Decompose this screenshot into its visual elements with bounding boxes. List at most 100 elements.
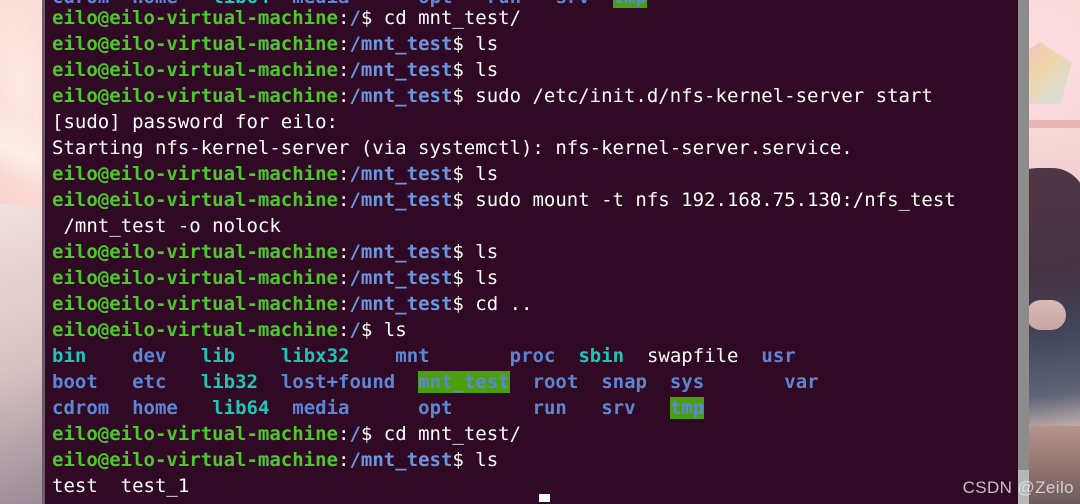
terminal-line-prompt-ls-4: eilo@eilo-virtual-machine:/mnt_test$ ls (52, 243, 498, 262)
prompt-path: / (349, 7, 361, 29)
screenshot-root: cdrom home lib64 media opt run srv tmp e… (0, 0, 1080, 504)
prompt-colon: : (337, 85, 350, 107)
prompt-colon: : (337, 7, 350, 29)
terminal-left-border (42, 0, 45, 504)
prompt-colon: : (337, 267, 350, 289)
ls-output-row-2: boot etc lib32 lost+found mnt_test root … (52, 371, 819, 393)
prompt-colon: : (337, 319, 350, 341)
ls-entry-tmp: tmp (612, 0, 647, 8)
ls-entry-home: home (132, 397, 178, 419)
prompt-dollar: $ (360, 7, 384, 29)
ls-entry-run: run (532, 397, 567, 419)
ls-entry-srv: srv (555, 0, 589, 8)
command-text: ls (475, 449, 499, 471)
terminal-line-prompt-mount-nfs: eilo@eilo-virtual-machine:/mnt_test$ sud… (52, 191, 956, 210)
prompt-colon: : (337, 293, 350, 315)
command-text: ls (475, 241, 499, 263)
terminal-line-clipped-ls: cdrom home lib64 media opt run srv tmp (52, 0, 647, 8)
command-text: cd .. (475, 293, 533, 315)
ls-entry-var: var (784, 371, 819, 393)
terminal-line-prompt-ls-root: eilo@eilo-virtual-machine:/$ ls (52, 321, 407, 340)
terminal-line-mount-wrap: /mnt_test -o nolock (52, 215, 281, 237)
prompt-user-host: eilo@eilo-virtual-machine (52, 163, 338, 185)
terminal-line-prompt-ls-6: eilo@eilo-virtual-machine:/mnt_test$ ls (52, 451, 498, 470)
terminal-line-prompt-ls-2: eilo@eilo-virtual-machine:/mnt_test$ ls (52, 61, 498, 80)
ls-entry-etc: etc (132, 371, 167, 393)
ls-output-row-1: bin dev lib libx32 mnt proc sbin swapfil… (52, 347, 796, 366)
prompt-path: /mnt_test (349, 59, 453, 81)
prompt-user-host: eilo@eilo-virtual-machine (52, 267, 338, 289)
prompt-colon: : (337, 423, 350, 445)
prompt-dollar: $ (452, 267, 476, 289)
prompt-dollar: $ (452, 449, 476, 471)
prompt-path: /mnt_test (349, 241, 453, 263)
command-text: ls (383, 319, 407, 341)
prompt-colon: : (337, 33, 350, 55)
command-text: ls (475, 59, 499, 81)
prompt-dollar: $ (452, 241, 476, 263)
terminal-line-prompt-ls-1: eilo@eilo-virtual-machine:/mnt_test$ ls (52, 35, 498, 54)
command-text: ls (475, 33, 499, 55)
ls-entry-mnt: mnt (395, 345, 430, 367)
ls-entry-lib32: lib32 (200, 371, 258, 393)
prompt-user-host: eilo@eilo-virtual-machine (52, 423, 338, 445)
terminal-line-prompt-cd-mnt-test-2: eilo@eilo-virtual-machine:/$ cd mnt_test… (52, 425, 521, 444)
ls-entry-sbin: sbin (578, 345, 625, 367)
terminal-line-prompt-ls-5: eilo@eilo-virtual-machine:/mnt_test$ ls (52, 269, 498, 288)
prompt-path: /mnt_test (349, 163, 453, 185)
prompt-user-host: eilo@eilo-virtual-machine (52, 85, 338, 107)
command-text: sudo mount -t nfs 192.168.75.130:/nfs_te… (475, 189, 956, 211)
prompt-path: /mnt_test (349, 189, 453, 211)
prompt-path: / (349, 423, 361, 445)
ls-entry-libx32: libx32 (280, 345, 350, 367)
ls-entry-root: root (532, 371, 579, 393)
ls-entry-usr: usr (761, 345, 796, 367)
ls-entry-proc: proc (509, 345, 556, 367)
prompt-path: / (349, 319, 361, 341)
prompt-path: /mnt_test (349, 267, 453, 289)
prompt-path: /mnt_test (349, 449, 453, 471)
prompt-dollar: $ (360, 423, 384, 445)
command-text: cd mnt_test/ (383, 7, 522, 29)
prompt-user-host: eilo@eilo-virtual-machine (52, 241, 338, 263)
terminal-line-prompt-nfs-start: eilo@eilo-virtual-machine:/mnt_test$ sud… (52, 87, 933, 106)
ls-entry-mnt-test: mnt_test (418, 371, 510, 393)
ls-entry-bin: bin (52, 345, 87, 367)
prompt-colon: : (337, 163, 350, 185)
prompt-user-host: eilo@eilo-virtual-machine (52, 319, 338, 341)
terminal-line-prompt-cd-mnt-test: eilo@eilo-virtual-machine:/$ cd mnt_test… (52, 9, 521, 28)
prompt-dollar: $ (452, 163, 476, 185)
ls-entry-boot: boot (52, 371, 98, 393)
terminal-line-sudo-password-prompt: [sudo] password for eilo: (52, 111, 338, 133)
prompt-dollar: $ (452, 59, 476, 81)
ls-entry-lib: lib (200, 345, 236, 367)
prompt-user-host: eilo@eilo-virtual-machine (52, 449, 338, 471)
prompt-user-host: eilo@eilo-virtual-machine (52, 59, 338, 81)
prompt-dollar: $ (452, 33, 476, 55)
ls-entry-lost-found: lost+found (280, 371, 396, 393)
prompt-dollar: $ (360, 319, 384, 341)
ls-entry-media: media (292, 397, 350, 419)
prompt-colon: : (337, 241, 350, 263)
ls-entry-dev: dev (132, 345, 167, 367)
ls-entry-tmp: tmp (669, 397, 705, 419)
watermark-text: CSDN @Zeilo (962, 478, 1074, 497)
ls-entry-swapfile: swapfile (646, 345, 739, 367)
command-text: sudo /etc/init.d/nfs-kernel-server start (475, 85, 933, 107)
command-text: ls (475, 267, 499, 289)
terminal-line-nfs-start-output: Starting nfs-kernel-server (via systemct… (52, 137, 853, 159)
prompt-colon: : (337, 189, 350, 211)
prompt-user-host: eilo@eilo-virtual-machine (52, 7, 338, 29)
prompt-user-host: eilo@eilo-virtual-machine (52, 189, 338, 211)
ls-entry-opt: opt (418, 397, 453, 419)
prompt-user-host: eilo@eilo-virtual-machine (52, 33, 338, 55)
ls-entry-srv: srv (601, 397, 636, 419)
prompt-colon: : (337, 59, 350, 81)
ls-entry-lib64: lib64 (212, 397, 270, 419)
terminal-window[interactable]: cdrom home lib64 media opt run srv tmp e… (42, 0, 1018, 504)
prompt-path: /mnt_test (349, 33, 453, 55)
wallpaper-figure-face (1026, 300, 1066, 330)
terminal-cursor (539, 494, 550, 502)
terminal-scrollbar-thumb[interactable] (1018, 0, 1029, 470)
prompt-dollar: $ (452, 85, 476, 107)
